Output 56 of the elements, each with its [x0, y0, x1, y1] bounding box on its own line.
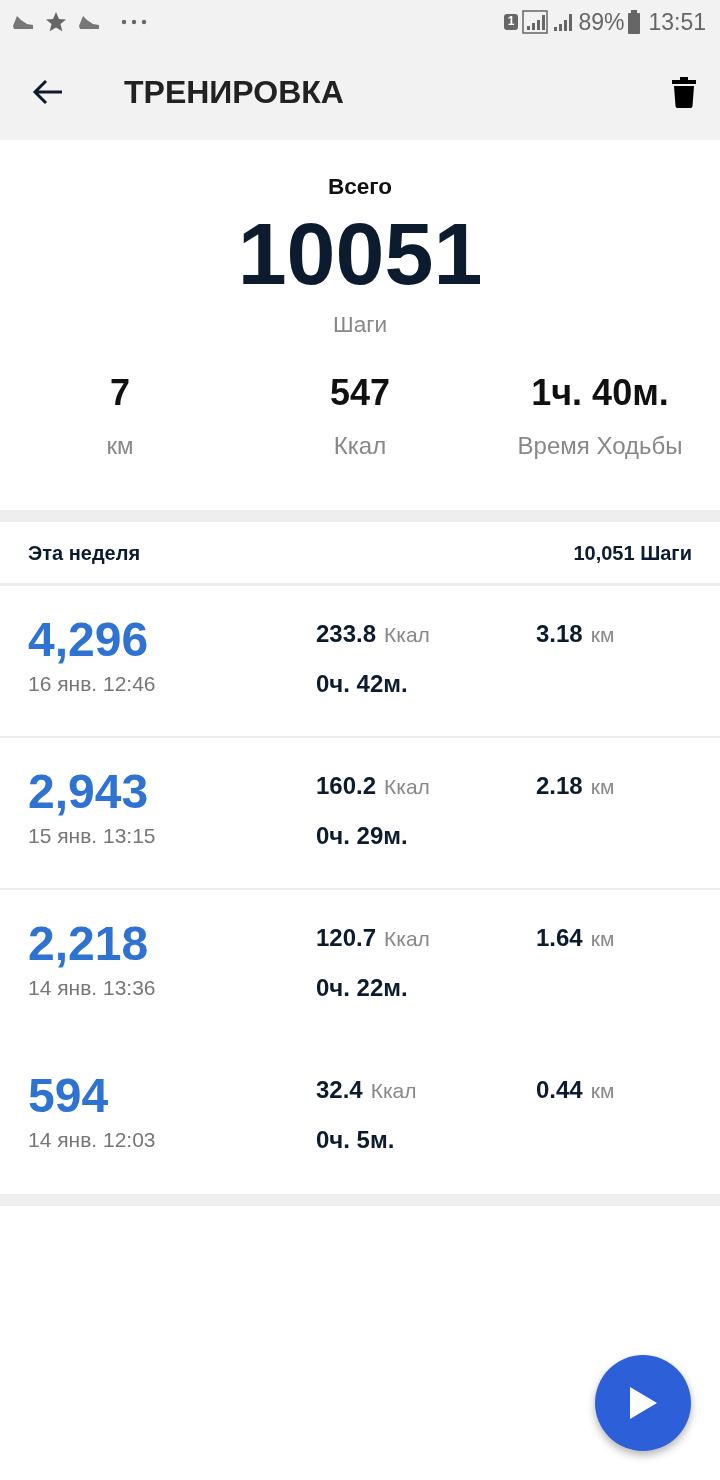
- workout-steps: 2,218: [28, 920, 316, 968]
- workout-distance: 1.64: [536, 923, 583, 953]
- stat-label: км: [105, 431, 135, 462]
- workout-steps: 4,296: [28, 616, 316, 664]
- workout-row[interactable]: 4,296 16 янв. 12:46 233.8 Ккал 0ч. 42м. 3.18 км: [0, 586, 720, 738]
- total-label: Всего: [326, 173, 394, 201]
- stat-label: Время Ходьбы: [516, 431, 684, 462]
- distance-unit: км: [590, 622, 615, 648]
- workout-row[interactable]: 2,943 15 янв. 13:15 160.2 Ккал 0ч. 29м. 2.18 км: [0, 738, 720, 890]
- signal-icon: [552, 11, 575, 33]
- workout-duration: 0ч. 5м.: [316, 1125, 396, 1155]
- workout-date: 15 янв. 13:15: [28, 823, 157, 849]
- battery-percent: 89%: [578, 7, 625, 37]
- workout-row[interactable]: 594 14 янв. 12:03 32.4 Ккал 0ч. 5м. 0.44 км: [0, 1042, 720, 1194]
- steps-label: Шаги: [332, 311, 388, 340]
- clock: 13:51: [648, 7, 706, 37]
- play-button[interactable]: [595, 1355, 691, 1451]
- signal-icon: [522, 10, 549, 34]
- distance-unit: км: [590, 774, 615, 800]
- stat-value: 7: [109, 371, 131, 416]
- star-icon: [44, 10, 68, 34]
- workout-calories: 120.7: [316, 923, 377, 953]
- sim-indicator: 1: [503, 14, 519, 30]
- week-total: 10,051 Шаги: [573, 540, 692, 566]
- workout-date: 16 янв. 12:46: [28, 671, 157, 697]
- stat-value: 547: [328, 371, 392, 416]
- week-label: Эта неделя: [28, 540, 141, 566]
- total-steps: 10051: [0, 207, 720, 301]
- calories-unit: Ккал: [370, 1078, 417, 1104]
- stat-value: 1ч. 40м.: [530, 371, 670, 416]
- workout-date: 14 янв. 12:03: [28, 1127, 157, 1153]
- workout-row[interactable]: 2,218 14 янв. 13:36 120.7 Ккал 0ч. 22м. 1.64 км: [0, 890, 720, 1042]
- workout-steps: 594: [28, 1072, 316, 1120]
- play-icon: [628, 1386, 658, 1420]
- screen-title: ТРЕНИРОВКА: [124, 73, 344, 112]
- workout-distance: 3.18: [536, 619, 583, 649]
- calories-unit: Ккал: [384, 622, 430, 648]
- back-icon[interactable]: [32, 78, 64, 106]
- workout-duration: 0ч. 42м.: [316, 669, 409, 699]
- calories-unit: Ккал: [384, 774, 430, 800]
- calories-unit: Ккал: [384, 926, 430, 952]
- workout-calories: 32.4: [316, 1075, 363, 1105]
- workout-distance: 2.18: [536, 771, 583, 801]
- workout-steps: 2,943: [28, 768, 316, 816]
- distance-unit: км: [590, 926, 615, 952]
- workout-calories: 160.2: [316, 771, 377, 801]
- workout-distance: 0.44: [536, 1075, 583, 1105]
- workout-date: 14 янв. 13:36: [28, 975, 157, 1001]
- battery-icon: [628, 10, 641, 34]
- workout-calories: 233.8: [316, 619, 377, 649]
- delete-icon[interactable]: [672, 76, 696, 108]
- workout-duration: 0ч. 22м.: [316, 973, 409, 1003]
- more-icon: [120, 18, 148, 26]
- distance-unit: км: [590, 1078, 615, 1104]
- stat-label: Ккал: [332, 431, 388, 462]
- workout-duration: 0ч. 29м.: [316, 821, 409, 851]
